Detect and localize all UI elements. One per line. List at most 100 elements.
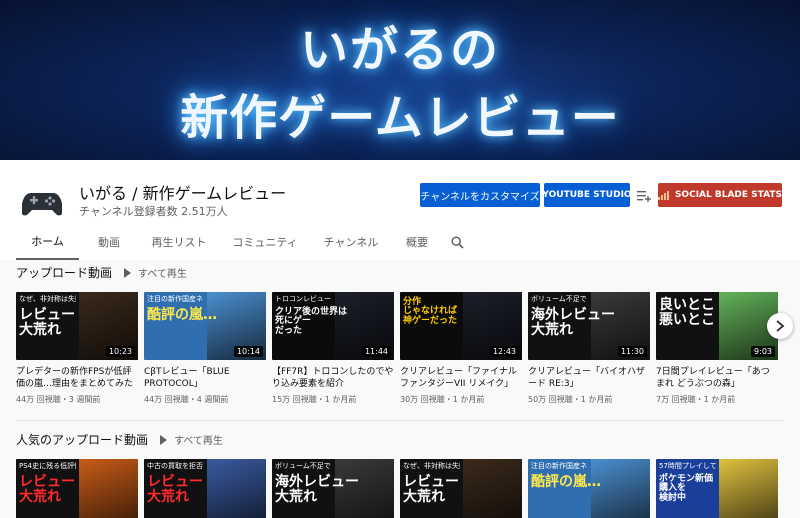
- video-duration: 10:23: [105, 346, 135, 357]
- play-all-label: すべて再生: [174, 436, 223, 447]
- video-meta: 44万 回視聴・3 週間前: [16, 395, 101, 404]
- thumbnail-tagline: PS4史に残る低評価: [19, 462, 77, 470]
- channel-title: いがる / 新作ゲームレビュー: [79, 184, 287, 203]
- video-card[interactable]: なぜ、非対称は失敗するのか？ レビュー 大荒れ: [400, 459, 522, 518]
- tab-channels[interactable]: チャンネル: [311, 224, 391, 260]
- shelf-title[interactable]: アップロード動画: [16, 264, 112, 281]
- thumbnail-caption: なぜ、非対称は失敗するのか？ レビュー 大荒れ: [16, 292, 79, 360]
- thumbnail-caption: 注目の新作国産ネトゲが… 酷評の嵐…: [144, 292, 217, 360]
- video-row-popular: PS4史に残る低評価レビュー 大荒れ 中古の買取を拒否する店舗も？ レビュー 大荒れ…: [16, 459, 778, 518]
- video-duration: 11:44: [361, 346, 391, 357]
- channel-page: いがるの 新作ゲームレビュー いがる / 新作ゲームレビュー チャンネル登録者数…: [0, 0, 800, 518]
- play-icon: [160, 434, 168, 445]
- thumbnail-headline: 酷評の嵐…: [147, 307, 217, 323]
- video-thumbnail[interactable]: 57時間プレイして分かったことポケモン新価 購入を 検討中: [656, 459, 778, 518]
- thumbnail-caption: 中古の買取を拒否する店舗も？ レビュー 大荒れ: [144, 459, 207, 518]
- thumbnail-tagline: 中古の買取を拒否する店舗も？: [147, 462, 204, 470]
- banner-line-2: 新作ゲームレビュー: [180, 90, 620, 146]
- banner-line-1: いがるの: [299, 22, 500, 78]
- video-title[interactable]: プレデターの新作FPSが低評価の嵐…理由をまとめてみた: [16, 366, 138, 390]
- video-card[interactable]: 分作 じゃなければ 神ゲーだった 12:43 クリアレビュー「ファイナルファンタジー…: [400, 292, 522, 405]
- thumbnail-tagline: 57時間プレイして分かったこと: [659, 462, 717, 470]
- video-meta: 7万 回視聴・1 か月前: [656, 395, 736, 404]
- thumbnail-caption: トロコンレビュー クリア後の世界は 死にゲー だった: [272, 292, 348, 360]
- channel-tabs: ホーム 動画 再生リスト コミュニティ チャンネル 概要: [16, 224, 471, 260]
- thumbnail-headline: 分作 じゃなければ 神ゲーだった: [403, 297, 458, 326]
- video-title[interactable]: 7日間プレイレビュー「あつまれ どうぶつの森」: [656, 366, 778, 390]
- video-meta: 44万 回視聴・4 週間前: [144, 395, 229, 404]
- thumbnail-caption: 57時間プレイして分かったことポケモン新価 購入を 検討中: [656, 459, 719, 518]
- video-card[interactable]: なぜ、非対称は失敗するのか？ レビュー 大荒れ 10:23 プレデターの新作FPSが低…: [16, 292, 138, 405]
- video-thumbnail[interactable]: PS4史に残る低評価 レビュー 大荒れ: [16, 459, 138, 518]
- channel-avatar[interactable]: [19, 180, 65, 226]
- thumbnail-art: [463, 459, 522, 518]
- play-icon: [124, 267, 132, 278]
- play-all-button[interactable]: すべて再生: [124, 265, 187, 280]
- video-duration: 12:43: [489, 346, 519, 357]
- video-meta: 30万 回視聴・1 か月前: [400, 395, 485, 404]
- thumbnail-tagline: 注目の新作国産ネトゲが…: [147, 295, 204, 303]
- video-thumbnail[interactable]: 分作 じゃなければ 神ゲーだった 12:43: [400, 292, 522, 360]
- social-blade-button[interactable]: SOCIAL BLADE STATS: [658, 183, 782, 207]
- shelf-divider: [16, 420, 784, 421]
- customize-channel-button[interactable]: チャンネルをカスタマイズ: [420, 183, 540, 207]
- video-thumbnail[interactable]: トロコンレビュー クリア後の世界は 死にゲー だった 11:44: [272, 292, 394, 360]
- video-thumbnail[interactable]: なぜ、非対称は失敗するのか？ レビュー 大荒れ 10:23: [16, 292, 138, 360]
- tab-home[interactable]: ホーム: [16, 224, 79, 260]
- video-thumbnail[interactable]: 良いとこ 悪いとこ 9:03: [656, 292, 778, 360]
- video-duration: 11:30: [617, 346, 647, 357]
- thumbnail-headline: ポケモン新価 購入を 検討中: [659, 474, 714, 503]
- thumbnail-caption: ボリューム不足で 海外レビュー 大荒れ: [272, 459, 359, 518]
- video-title[interactable]: 【FF7R】トロコンしたのでやり込み要素を紹介: [272, 366, 394, 390]
- video-card[interactable]: 注目の新作国産ネトゲが… 酷評の嵐…: [528, 459, 650, 518]
- video-title[interactable]: クリアレビュー「バイオハザード RE:3」: [528, 366, 650, 390]
- video-card[interactable]: PS4史に残る低評価 レビュー 大荒れ: [16, 459, 138, 518]
- video-card[interactable]: 中古の買取を拒否する店舗も？ レビュー 大荒れ: [144, 459, 266, 518]
- thumbnail-caption: PS4史に残る低評価 レビュー 大荒れ: [16, 459, 79, 518]
- play-all-button[interactable]: すべて再生: [160, 432, 223, 447]
- video-thumbnail[interactable]: ボリューム不足で 海外レビュー 大荒れ 11:30: [528, 292, 650, 360]
- thumbnail-tagline: なぜ、非対称は失敗するのか？: [403, 462, 460, 470]
- thumbnail-headline: 海外レビュー 大荒れ: [531, 307, 615, 338]
- thumbnail-tagline: なぜ、非対称は失敗するのか？: [19, 295, 76, 303]
- video-thumbnail[interactable]: 注目の新作国産ネトゲが… 酷評の嵐… 10:14: [144, 292, 266, 360]
- search-icon[interactable]: [443, 224, 471, 260]
- thumbnail-caption: 分作 じゃなければ 神ゲーだった: [400, 292, 463, 360]
- thumbnail-headline: レビュー 大荒れ: [403, 474, 459, 505]
- video-card[interactable]: ボリューム不足で 海外レビュー 大荒れ 11:30 クリアレビュー「バイオハザード R…: [528, 292, 650, 405]
- video-card[interactable]: 良いとこ 悪いとこ 9:03 7日間プレイレビュー「あつまれ どうぶつの森」 7万 回…: [656, 292, 778, 405]
- thumbnail-headline: 海外レビュー 大荒れ: [275, 474, 359, 505]
- play-all-label: すべて再生: [138, 269, 187, 280]
- video-thumbnail[interactable]: 注目の新作国産ネトゲが… 酷評の嵐…: [528, 459, 650, 518]
- video-title[interactable]: クリアレビュー「ファイナルファンタジーVII リメイク」: [400, 366, 522, 390]
- channel-header: いがる / 新作ゲームレビュー チャンネル登録者数 2.51万人 チャンネルをカ…: [0, 160, 800, 260]
- gamepad-icon: [22, 193, 62, 216]
- video-card[interactable]: トロコンレビュー クリア後の世界は 死にゲー だった 11:44 【FF7R】トロコン…: [272, 292, 394, 405]
- thumbnail-caption: なぜ、非対称は失敗するのか？ レビュー 大荒れ: [400, 459, 463, 518]
- video-thumbnail[interactable]: ボリューム不足で 海外レビュー 大荒れ: [272, 459, 394, 518]
- video-meta: 50万 回視聴・1 か月前: [528, 395, 613, 404]
- chevron-right-icon[interactable]: [767, 313, 793, 339]
- thumbnail-headline: 酷評の嵐…: [531, 474, 601, 490]
- video-card[interactable]: ボリューム不足で 海外レビュー 大荒れ: [272, 459, 394, 518]
- video-title[interactable]: CβTレビュー「BLUE PROTOCOL」: [144, 366, 266, 390]
- youtube-studio-button[interactable]: YOUTUBE STUDIO: [542, 183, 632, 207]
- video-row-uploads: なぜ、非対称は失敗するのか？ レビュー 大荒れ 10:23 プレデターの新作FPSが低…: [16, 292, 778, 405]
- thumbnail-caption: ボリューム不足で 海外レビュー 大荒れ: [528, 292, 615, 360]
- playlist-add-icon[interactable]: [636, 188, 652, 204]
- thumbnail-headline: レビュー 大荒れ: [19, 307, 75, 338]
- bar-chart-icon: [658, 190, 669, 200]
- thumbnail-headline: クリア後の世界は 死にゲー だった: [275, 307, 348, 336]
- tab-videos[interactable]: 動画: [79, 224, 139, 260]
- video-card[interactable]: 57時間プレイして分かったことポケモン新価 購入を 検討中: [656, 459, 778, 518]
- video-card[interactable]: 注目の新作国産ネトゲが… 酷評の嵐… 10:14 CβTレビュー「BLUE PROTO…: [144, 292, 266, 405]
- tab-about[interactable]: 概要: [391, 224, 443, 260]
- video-thumbnail[interactable]: 中古の買取を拒否する店舗も？ レビュー 大荒れ: [144, 459, 266, 518]
- shelf-title[interactable]: 人気のアップロード動画: [16, 431, 148, 448]
- thumbnail-caption: 注目の新作国産ネトゲが… 酷評の嵐…: [528, 459, 601, 518]
- video-thumbnail[interactable]: なぜ、非対称は失敗するのか？ レビュー 大荒れ: [400, 459, 522, 518]
- tab-community[interactable]: コミュニティ: [219, 224, 311, 260]
- shelf-header-popular: 人気のアップロード動画 すべて再生: [16, 431, 223, 448]
- channel-banner: いがるの 新作ゲームレビュー: [0, 0, 800, 160]
- tab-playlists[interactable]: 再生リスト: [139, 224, 219, 260]
